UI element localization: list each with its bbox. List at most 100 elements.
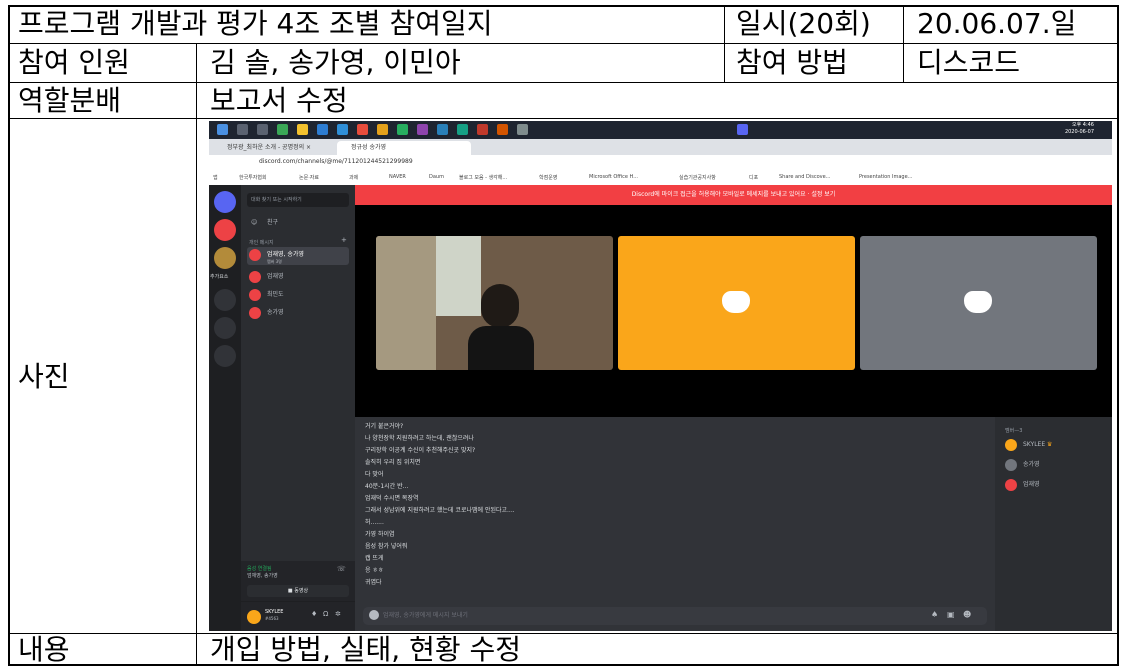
chat-message: 엄재덕 수시면 복장역: [365, 495, 419, 502]
call-area: Discord에 마이크 접근을 허용해야 모바일로 메세지를 보내고 있어요 …: [355, 185, 1112, 631]
dm-header: 개인 메시지: [249, 240, 274, 246]
role-label: 역할분배: [18, 86, 122, 116]
dm-item-label: 송가영: [267, 309, 284, 316]
bookmark-item[interactable]: NAVER: [389, 174, 406, 180]
bookmark-item[interactable]: 실습기관공지사항: [679, 174, 716, 181]
voice-status: 음성 연결됨: [247, 566, 272, 572]
dm-search-input[interactable]: 대화 찾기 또는 시작하기: [247, 193, 349, 207]
friends-item[interactable]: ☺ 친구: [247, 215, 349, 231]
server-icon[interactable]: [214, 219, 236, 241]
address-bar[interactable]: discord.com/channels/@me/711201244521299…: [259, 158, 413, 165]
server-label: 추가요소: [210, 274, 229, 280]
browser-tab-2[interactable]: 정규성 송가영: [337, 141, 471, 155]
start-icon: [217, 124, 228, 135]
table-border-col1: [196, 44, 197, 665]
bookmark-item[interactable]: 학점운영: [539, 174, 557, 181]
member-item[interactable]: SKYLEE ♛: [1005, 437, 1052, 453]
chat-message: 거기 붙은거야?: [365, 423, 404, 430]
participants-label: 참여 인원: [18, 48, 130, 78]
video-button[interactable]: ■ 동영상: [247, 585, 349, 597]
bookmark-item[interactable]: 블로그 모음 - 생각해...: [459, 174, 507, 181]
bookmark-item[interactable]: 한국투자협회: [239, 174, 267, 181]
explore-icon[interactable]: [214, 317, 236, 339]
bookmark-item[interactable]: Daum: [429, 174, 444, 180]
dm-item[interactable]: 송가영: [247, 305, 349, 321]
video-button-label: 동영상: [294, 588, 309, 594]
role-value: 보고서 수정: [210, 86, 348, 116]
dm-item-label: 엄재영, 송가영: [267, 251, 304, 258]
method-value: 디스코드: [917, 48, 1021, 78]
date-label: 일시(20회): [736, 9, 871, 39]
bookmark-item[interactable]: Share and Discove...: [779, 174, 830, 180]
avatar: [1005, 459, 1017, 471]
gift-icon[interactable]: ♠: [931, 610, 938, 619]
discord-home-icon[interactable]: [214, 191, 236, 213]
settings-icon[interactable]: ✲: [335, 610, 341, 618]
dm-item-group[interactable]: 엄재영, 송가영: [247, 247, 349, 265]
content-label: 내용: [18, 635, 70, 665]
content-value: 개입 방법, 실태, 현황 수정: [210, 635, 522, 665]
server-icon[interactable]: [214, 247, 236, 269]
participant-tile-gray[interactable]: [860, 236, 1097, 370]
member-item[interactable]: 엄재영: [1005, 477, 1040, 493]
user-name: SKYLEE: [265, 609, 284, 615]
app-icon: [397, 124, 408, 135]
chat-message: 캡 뜨게: [365, 555, 384, 562]
dm-item-sub: 멤버 3명: [267, 259, 282, 264]
mic-permission-banner: Discord에 마이크 접근을 허용해야 모바일로 메세지를 보내고 있어요 …: [355, 185, 1112, 205]
chat-message: 가영 하이염: [365, 531, 395, 538]
chat-message: 응 ㅎㅎ: [365, 567, 384, 574]
avatar: [249, 289, 261, 301]
dm-item[interactable]: 최민도: [247, 287, 349, 303]
server-list: 추가요소: [209, 185, 241, 631]
taskbar-clock-date: 2020-06-07: [1064, 129, 1094, 135]
crown-icon: ♛: [1047, 441, 1053, 448]
bookmark-item[interactable]: Microsoft Office H...: [589, 174, 638, 180]
members-header: 멤버—3: [1005, 428, 1023, 434]
disconnect-icon[interactable]: ☏: [337, 565, 346, 573]
participants-value: 김 솔, 송가영, 이민아: [210, 48, 461, 78]
app-icon: [277, 124, 288, 135]
chat-message: 구리장학 이공계 수신이 추천해주신곳 맞지?: [365, 447, 476, 454]
app-icon: [477, 124, 488, 135]
download-icon[interactable]: [214, 345, 236, 367]
member-list: 멤버—3 SKYLEE ♛ 송가영 엄재영: [995, 417, 1112, 631]
app-icon: [497, 124, 508, 135]
avatar: [249, 271, 261, 283]
new-dm-icon[interactable]: +: [341, 236, 347, 244]
bookmarks-bar: 앱 한국투자협회 논문·자료 과제 NAVER Daum 블로그 모음 - 생각…: [209, 171, 1112, 186]
chat-message: 다 맞어: [365, 471, 384, 478]
bookmark-item[interactable]: Presentation Image...: [859, 174, 912, 180]
curtain: [376, 236, 436, 370]
person-body: [468, 326, 534, 370]
taskbar-clock: 오후 4:46: [1071, 122, 1094, 128]
table-border-right: [1117, 5, 1119, 666]
emoji-icon[interactable]: ☻: [963, 610, 971, 619]
member-name: 엄재영: [1023, 481, 1040, 488]
app-icon: [517, 124, 528, 135]
window: [436, 236, 481, 316]
photo-label: 사진: [18, 362, 70, 392]
chat-message: 음성 참가 넣어줘: [365, 543, 408, 550]
participant-tile-orange[interactable]: [618, 236, 855, 370]
discord-logo-icon: [964, 291, 992, 313]
message-input[interactable]: 엄재영, 송가영에게 메시지 보내기: [363, 607, 987, 625]
app-icon: [297, 124, 308, 135]
avatar: [1005, 439, 1017, 451]
add-server-icon[interactable]: [214, 289, 236, 311]
member-name: 송가영: [1023, 461, 1040, 468]
gif-icon[interactable]: ▣: [947, 610, 955, 619]
member-item[interactable]: 송가영: [1005, 457, 1040, 473]
browser-tab-1[interactable]: 정부광_최하운 소개 - 공명정의 ×: [213, 141, 347, 155]
headset-icon[interactable]: Ω: [323, 610, 328, 618]
bookmark-item[interactable]: 논문·자료: [299, 174, 319, 181]
bookmark-item[interactable]: 앱: [213, 174, 218, 181]
dm-item[interactable]: 엄재영: [247, 269, 349, 285]
discord-icon: [737, 124, 748, 135]
mic-icon[interactable]: ♦: [311, 610, 317, 618]
bookmark-item[interactable]: 과제: [349, 174, 358, 181]
attach-icon[interactable]: [369, 610, 379, 620]
camera-video-tile[interactable]: [376, 236, 613, 370]
bookmark-item[interactable]: 디포: [749, 174, 758, 181]
voice-channel: 엄재영, 송가영: [247, 573, 278, 579]
